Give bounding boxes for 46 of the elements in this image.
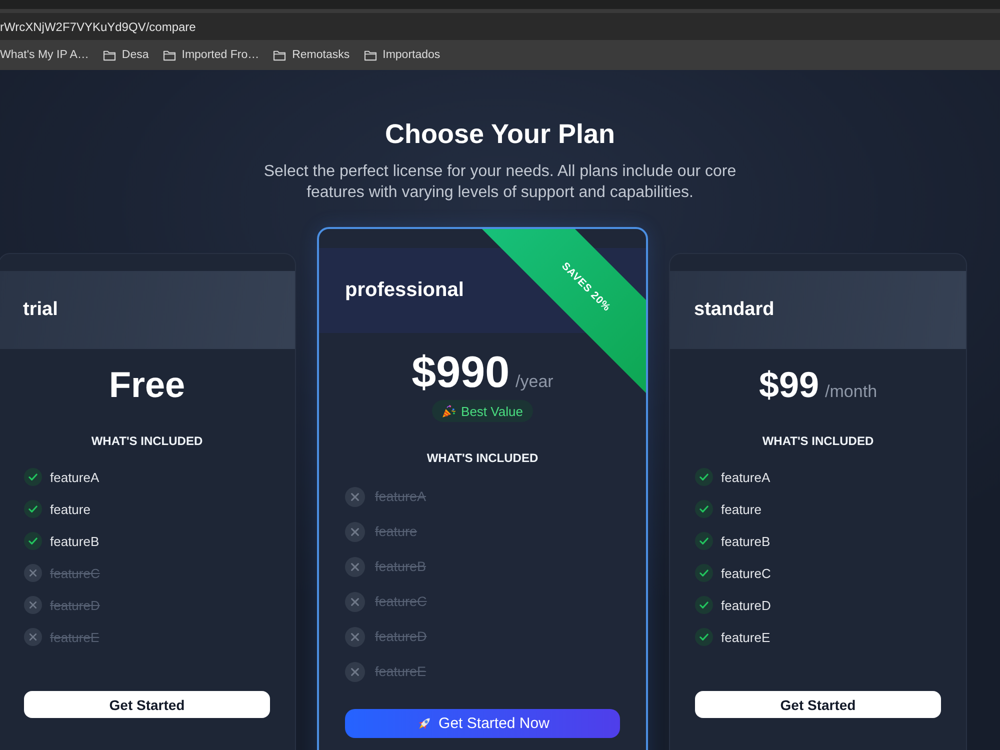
folder-icon: [364, 50, 377, 60]
feature-label: featureD: [375, 629, 427, 644]
plan-name: standard: [694, 299, 774, 321]
section-heading: WHAT'S INCLUDED: [761, 434, 875, 449]
get-started-button[interactable]: Get Started: [24, 691, 270, 718]
folder-icon: [273, 50, 286, 60]
feature-label: featureD: [721, 598, 771, 612]
get-started-button[interactable]: Get Started: [695, 691, 941, 718]
feature-label: featureB: [721, 534, 770, 548]
feature-label: featureA: [375, 489, 426, 504]
feature-label: featureC: [50, 566, 100, 580]
folder-icon: [102, 50, 116, 60]
plan-name: professional: [345, 279, 464, 302]
feature-label: featureD: [50, 598, 100, 612]
folder-icon: [162, 50, 176, 60]
feature-label: featureE: [721, 630, 770, 644]
price: $99: [758, 365, 820, 405]
feature-label: featureB: [375, 559, 426, 574]
bookmark-folder[interactable]: Desa: [102, 45, 149, 65]
bookmark-link[interactable]: What's My IP A…: [0, 45, 89, 65]
feature-label: feature: [721, 502, 762, 516]
section-heading: WHAT'S INCLUDED: [426, 451, 540, 466]
page-subtitle: Select the perfect license for your needs. All plans include our core features with varying levels of support and capabilities.: [262, 162, 738, 203]
feature-label: featureE: [375, 664, 426, 679]
feature-label: featureE: [50, 630, 100, 644]
price: Free: [108, 365, 186, 405]
address-bar[interactable]: rWrcXNjW2F7VYKuYd9QV/compare: [0, 9, 1000, 40]
price-period: /month: [825, 381, 878, 403]
feature-label: featureA: [721, 470, 770, 484]
get-started-button[interactable]: Get Started Now: [345, 709, 620, 738]
bookmark-folder[interactable]: Importados: [364, 45, 440, 65]
feature-label: featureC: [375, 594, 427, 609]
price-period: /year: [516, 371, 554, 393]
badge-label: Best Value: [461, 404, 523, 418]
bookmark-folder[interactable]: Imported Fro…: [162, 45, 260, 65]
feature-label: featureB: [50, 534, 100, 548]
price: $990: [412, 349, 510, 397]
feature-label: feature: [375, 524, 418, 539]
feature-label: feature: [50, 502, 90, 516]
party-popper-icon: [442, 404, 456, 418]
page-title: Choose Your Plan: [384, 118, 616, 150]
feature-label: featureA: [50, 470, 100, 484]
plan-name: trial: [23, 299, 58, 321]
feature-label: featureC: [721, 566, 771, 580]
section-heading: WHAT'S INCLUDED: [90, 434, 204, 449]
bookmark-folder[interactable]: Remotasks: [273, 45, 350, 65]
